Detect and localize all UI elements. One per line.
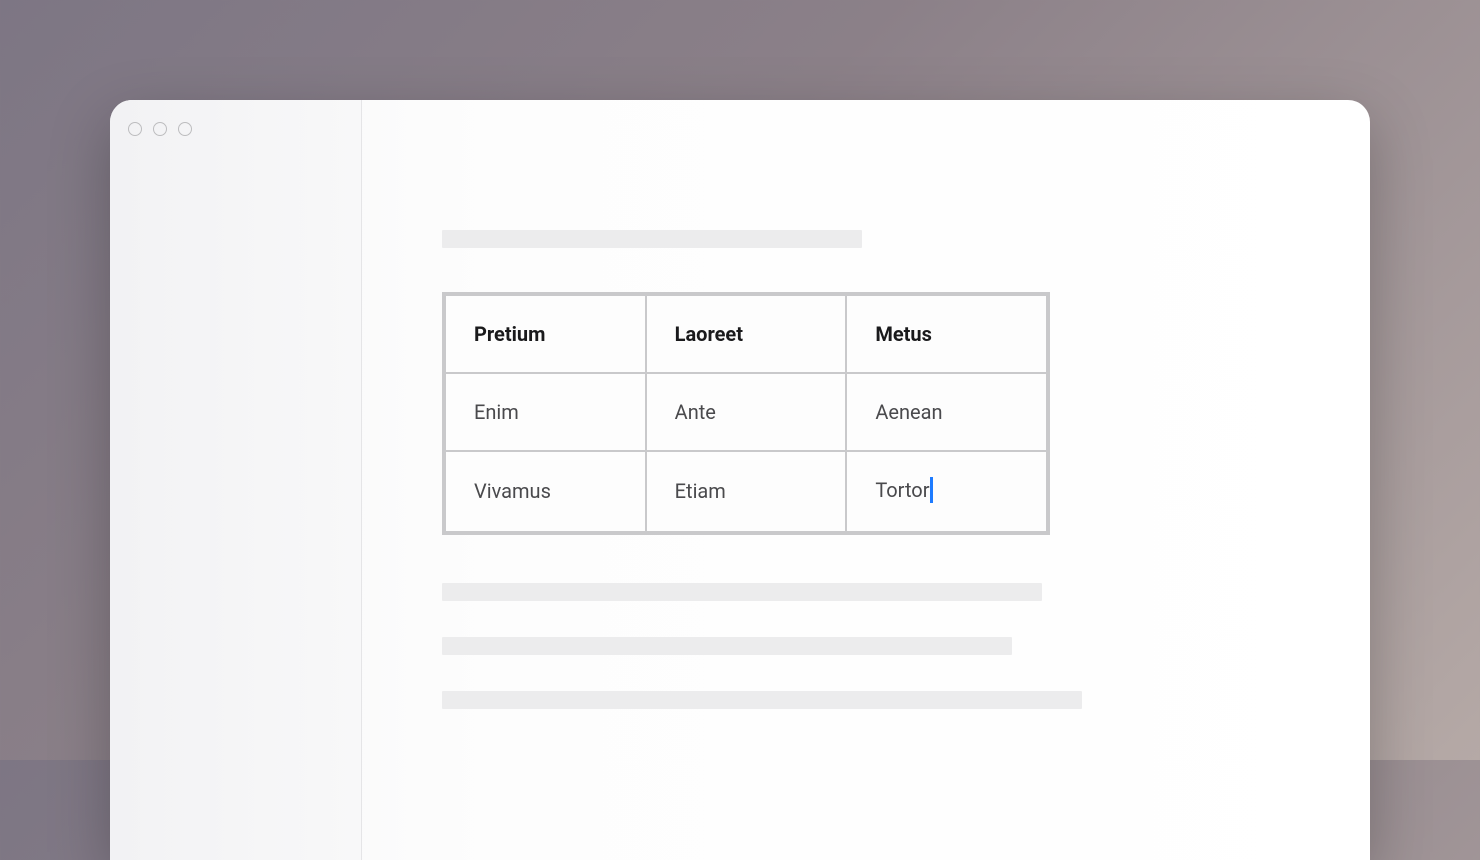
table-cell[interactable]: Aenean (846, 373, 1047, 451)
table-header-label: Laoreet (675, 322, 743, 346)
table-header-label: Pretium (474, 322, 545, 346)
table-cell[interactable]: Vivamus (445, 451, 646, 532)
table-cell-text: Etiam (675, 479, 726, 503)
sidebar (110, 100, 362, 860)
window-close-button[interactable] (128, 122, 142, 136)
table-cell-text: Tortor (875, 478, 929, 502)
text-cursor (930, 477, 933, 503)
table-header-cell[interactable]: Metus (846, 295, 1047, 373)
table-header-label: Metus (875, 322, 932, 346)
text-placeholder-line (442, 637, 1012, 655)
table-header-row: Pretium Laoreet Metus (445, 295, 1047, 373)
table-header-cell[interactable]: Pretium (445, 295, 646, 373)
text-placeholder-line (442, 583, 1042, 601)
table-cell-text: Vivamus (474, 479, 551, 503)
table-cell-text: Aenean (875, 400, 942, 424)
table-row: Vivamus Etiam Tortor (445, 451, 1047, 532)
window-zoom-button[interactable] (178, 122, 192, 136)
table-cell-text: Ante (675, 400, 716, 424)
window-controls (128, 122, 343, 136)
table-cell-text: Enim (474, 400, 519, 424)
document-editor[interactable]: Pretium Laoreet Metus Enim Ante Aenean V… (362, 100, 1370, 860)
table-cell[interactable]: Ante (646, 373, 847, 451)
table-row: Enim Ante Aenean (445, 373, 1047, 451)
table-cell[interactable]: Etiam (646, 451, 847, 532)
app-window: Pretium Laoreet Metus Enim Ante Aenean V… (110, 100, 1370, 860)
data-table[interactable]: Pretium Laoreet Metus Enim Ante Aenean V… (442, 292, 1050, 535)
text-placeholder-line (442, 230, 862, 248)
window-minimize-button[interactable] (153, 122, 167, 136)
table-cell[interactable]: Enim (445, 373, 646, 451)
table-cell[interactable]: Tortor (846, 451, 1047, 532)
table-header-cell[interactable]: Laoreet (646, 295, 847, 373)
text-placeholder-line (442, 691, 1082, 709)
